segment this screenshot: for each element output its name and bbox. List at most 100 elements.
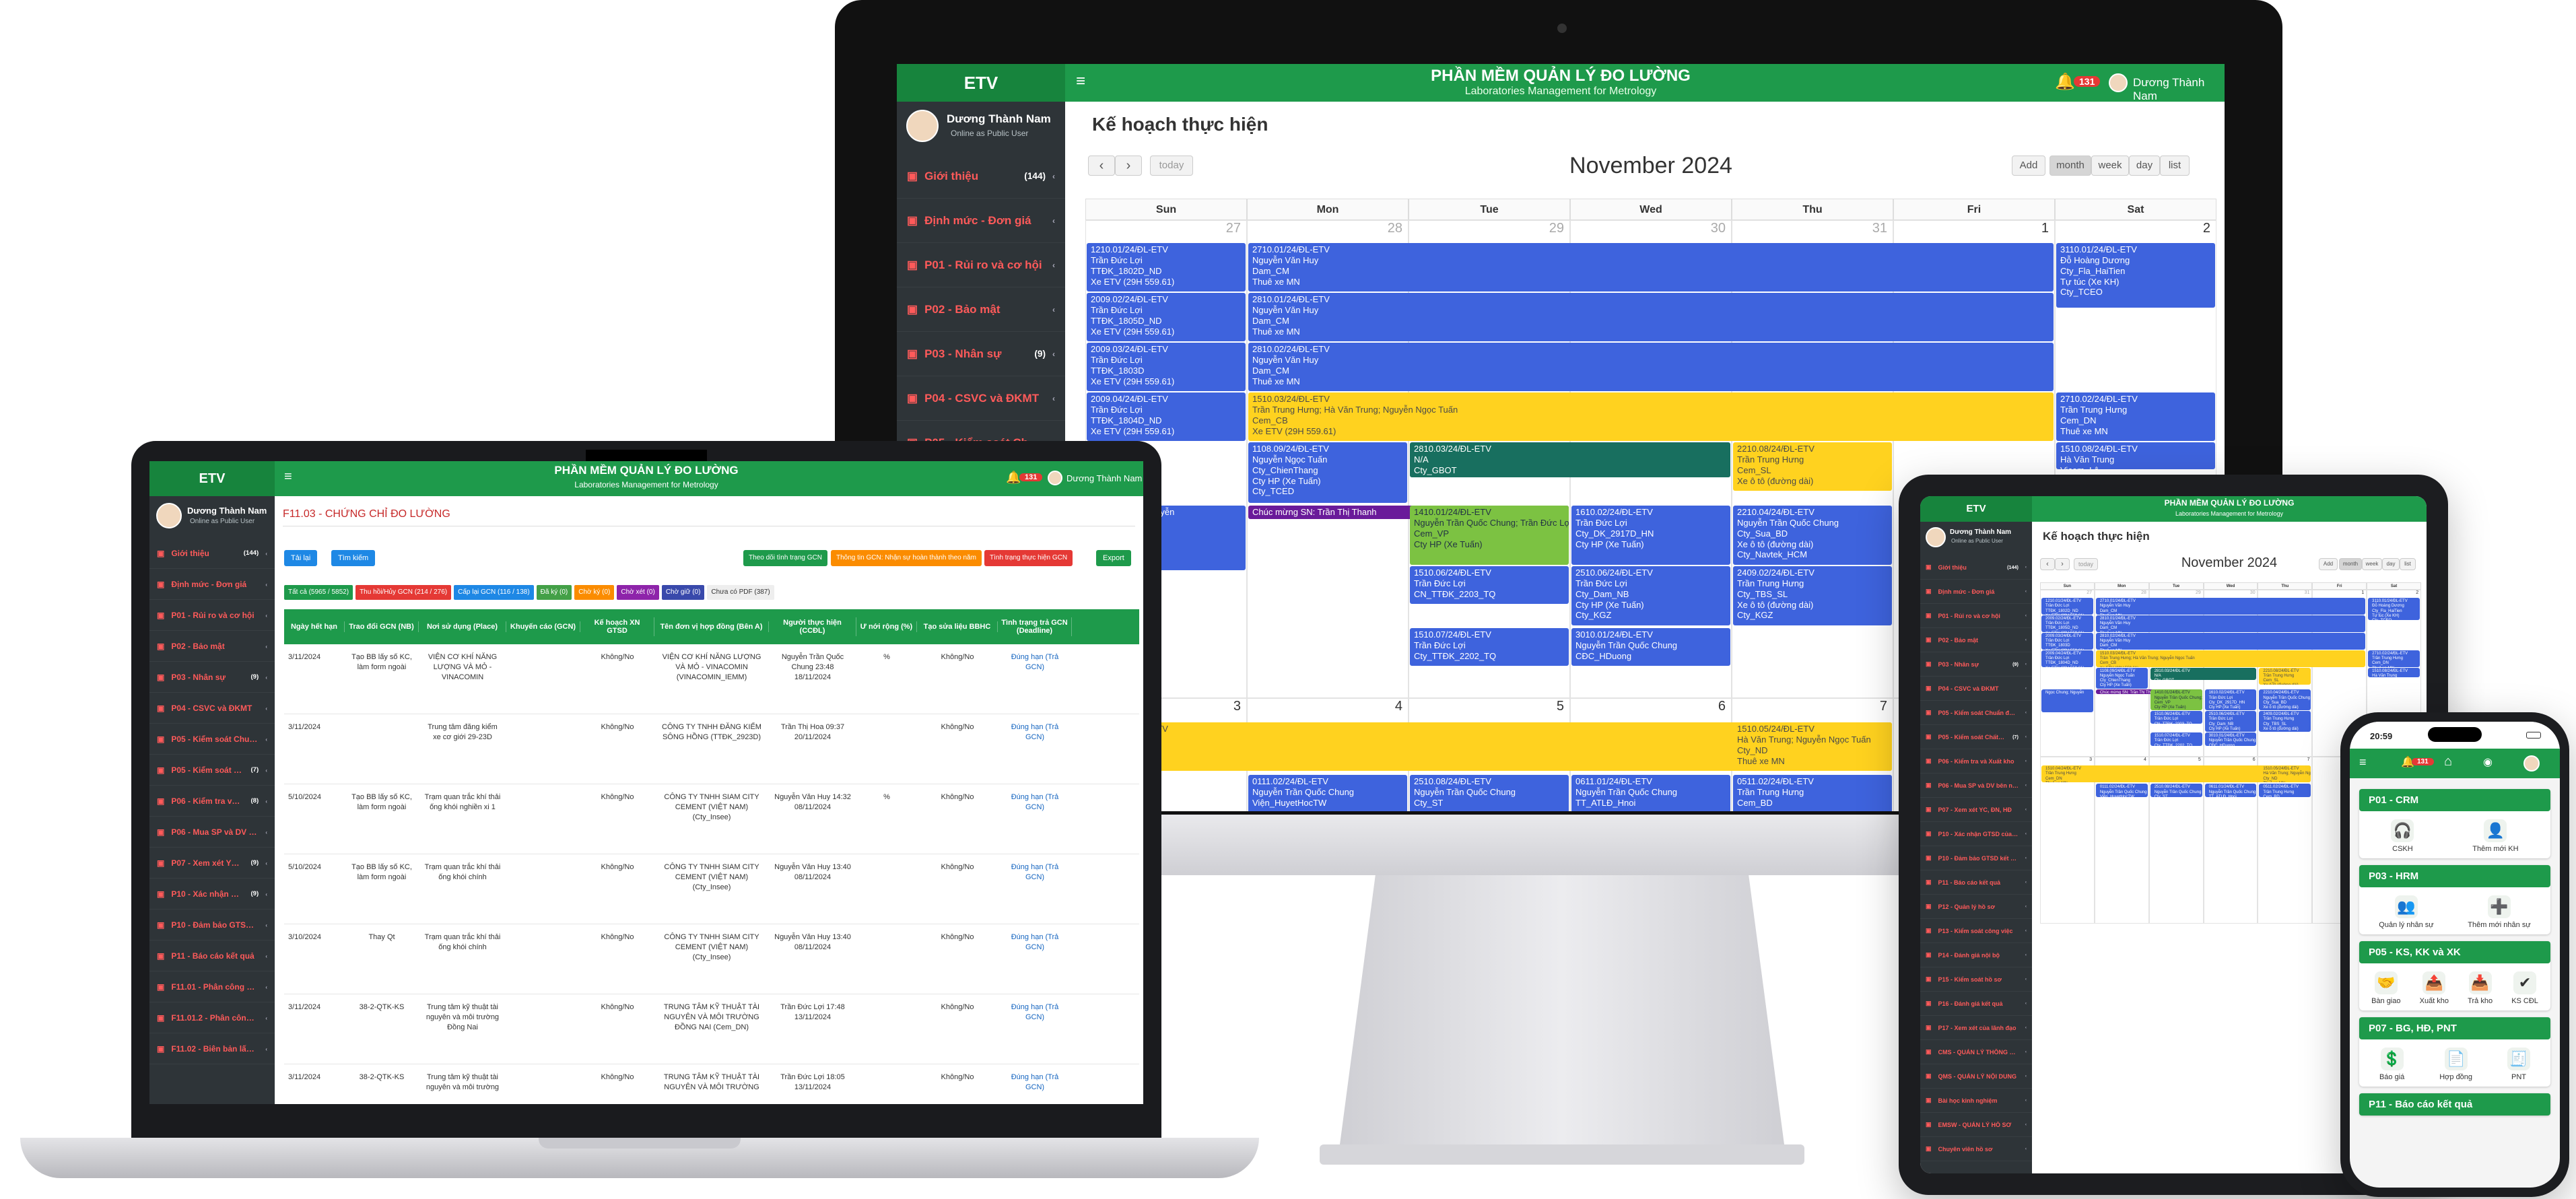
view-day-button[interactable]: day (2129, 156, 2160, 176)
calendar-event[interactable]: 2510.08/24/ĐL-ETVNguyễn Trần Quốc ChungC… (1410, 775, 1569, 811)
desk-sidebar-item-0[interactable]: ▣ Giới thiệu (144) ‹ (897, 154, 1065, 199)
laptop-sidebar-item-9[interactable]: ▣ P06 - Mua SP và DV bên ngoài ‹ (149, 817, 275, 848)
calendar-event[interactable]: 2510.06/24/ĐL-ETV Trần Đức Lợi Cty_Dam_NB C… (1571, 566, 1730, 625)
calendar-event[interactable]: 2210.04/24/ĐL-ETV Nguyễn Trần Quốc Chung C… (1733, 506, 1892, 565)
tablet-list-button[interactable]: list (2400, 558, 2416, 570)
calendar-event[interactable]: 2810.02/24/ĐL-ETVNguyễn Văn HuyDam_CMThu… (1248, 343, 2054, 391)
laptop-sidebar-item-4[interactable]: ▣ P03 - Nhân sự (9) ‹ (149, 662, 275, 693)
column-header[interactable]: Nơi sử dụng (Place) (419, 621, 506, 632)
calendar-event[interactable]: 1510.07/24/ĐL-ETVTrần Đức LợiCty_TTĐK_22… (1410, 628, 1569, 666)
calendar-event[interactable]: 2510.08/24/ĐL-ETVNguyễn Trần Quốc ChungC… (2150, 784, 2202, 797)
column-header[interactable]: Khuyến cáo (GCN) (506, 621, 580, 632)
laptop-sidebar-item-3[interactable]: ▣ P02 - Bảo mật ‹ (149, 631, 275, 662)
export-button[interactable]: Export (1096, 550, 1131, 566)
calendar-event[interactable]: 1510.03/24/ĐL-ETV Trần Trung Hưng; Hà Văn… (1248, 392, 2054, 441)
phone-section-title[interactable]: P07 - BG, HĐ, PNT (2359, 1017, 2550, 1039)
phone-section-title[interactable]: P11 - Báo cáo kết quả (2359, 1093, 2550, 1116)
calendar-event[interactable]: 2810.03/24/ĐL-ETVN/ACty_GBOT (2150, 667, 2257, 680)
calendar-event[interactable]: 1510.06/24/ĐL-ETVTrần Đức LợiCN_TTĐK_220… (2150, 710, 2202, 724)
calendar-event[interactable]: 2810.01/24/ĐL-ETVNguyễn Văn HuyDam_CMThu… (2095, 615, 2366, 632)
calendar-event[interactable]: 2710.02/24/ĐL-ETVTrần Trung HưngCem_DNTh… (2368, 650, 2420, 667)
table-row[interactable]: 3/11/2024 38-2-QTK-KS Trung tâm kỹ thuật t… (284, 1064, 1139, 1104)
tablet-sidebar-item-3[interactable]: ▣ P02 - Bảo mật ‹ (1920, 628, 2032, 652)
tablet-sidebar-item-20[interactable]: ▣ CMS - QUẢN LÝ THÔNG TIN ‹ (1920, 1040, 2032, 1064)
view-week-button[interactable]: week (2091, 156, 2129, 176)
calendar-event[interactable]: 1108.09/24/ĐL-ETV Nguyễn Ngọc Tuấn Cty_Chi… (2095, 667, 2148, 689)
table-cell[interactable]: Đúng hạn (Trả GCN) (998, 1072, 1072, 1093)
calendar-event[interactable]: 2009.02/24/ĐL-ETV Trần Đức Lợi TTĐK_1805D_… (2041, 615, 2093, 632)
calendar-event[interactable]: 2710.01/24/ĐL-ETVNguyễn Văn HuyDam_CMThu… (1248, 243, 2054, 292)
calendar-event[interactable]: 2810.01/24/ĐL-ETVNguyễn Văn HuyDam_CMThu… (1248, 293, 2054, 341)
phone-module-item[interactable]: ➕ Thêm mới nhân sự (2468, 895, 2531, 929)
calendar-event[interactable]: 1510.05/24/ĐL-ETV Hà Văn Trung; Nguyễn Ng… (2259, 765, 2311, 783)
calendar-event[interactable]: 1510.03/24/ĐL-ETV Trần Trung Hưng; Hà Văn… (2095, 650, 2366, 667)
filter-chip-1[interactable]: Thu hồi/Hủy GCN (214 / 276) (355, 585, 452, 600)
desk-sidebar-item-1[interactable]: ▣ Định mức - Đơn giá ‹ (897, 199, 1065, 243)
tablet-week-button[interactable]: week (2362, 558, 2382, 570)
table-cell[interactable]: Đúng hạn (Trả GCN) (998, 792, 1072, 813)
status-button[interactable]: Tình trạng thực hiện GCN (984, 550, 1073, 566)
bell-icon[interactable]: 🔔 (2055, 72, 2075, 92)
desk-sidebar-item-4[interactable]: ▣ P03 - Nhân sự (9) ‹ (897, 332, 1065, 376)
phone-module-item[interactable]: 💲 Báo giá (2379, 1048, 2404, 1081)
calendar-event[interactable]: 0511.02/24/ĐL-ETVTrần Trung HưngCem_BD (1733, 775, 1892, 811)
tablet-sidebar-item-18[interactable]: ▣ P16 - Đánh giá kết quả ‹ (1920, 992, 2032, 1016)
filter-chip-3[interactable]: Đã ký (0) (536, 585, 572, 600)
calendar-event[interactable]: 0611.01/24/ĐL-ETVNguyễn Trần Quốc ChungT… (1571, 775, 1730, 811)
filter-chip-7[interactable]: Chưa có PDF (387) (707, 585, 774, 600)
calendar-event[interactable]: 1510.06/24/ĐL-ETVTrần Đức LợiCN_TTĐK_220… (1410, 566, 1569, 604)
phone-module-item[interactable]: 📄 Hợp đồng (2439, 1048, 2472, 1081)
table-row[interactable]: 3/11/2024 38-2-QTK-KS Trung tâm kỹ thuật t… (284, 994, 1139, 1064)
calendar-event[interactable]: 2210.08/24/ĐL-ETVTrần Trung HưngCem_SLXe… (2259, 667, 2311, 685)
table-cell[interactable]: Đúng hạn (Trả GCN) (998, 862, 1072, 883)
filter-chip-4[interactable]: Chờ ký (0) (574, 585, 615, 600)
phone-menu-icon[interactable]: ≡ (2359, 755, 2367, 769)
table-cell[interactable]: Đúng hạn (Trả GCN) (998, 652, 1072, 673)
tablet-sidebar-item-23[interactable]: ▣ EMSW - QUẢN LÝ HỒ SƠ ‹ (1920, 1113, 2032, 1137)
search-button[interactable]: Tìm kiếm (331, 550, 376, 566)
laptop-sidebar-item-13[interactable]: ▣ P11 - Báo cáo kết quả ‹ (149, 940, 275, 971)
calendar-event[interactable]: 1410.01/24/ĐL-ETV Nguyễn Trần Quốc Chung;… (1410, 506, 1569, 565)
tablet-sidebar-item-15[interactable]: ▣ P13 - Kiểm soát công việc ‹ (1920, 919, 2032, 943)
calendar-event[interactable]: 2409.02/24/ĐL-ETV Trần Trung Hưng Cty_TBS_… (2259, 710, 2311, 732)
laptop-sidebar-item-0[interactable]: ▣ Giới thiệu (144) ‹ (149, 538, 275, 569)
calendar-event[interactable]: 2009.04/24/ĐL-ETV Trần Đức Lợi TTĐK_1804D_… (1087, 392, 1246, 441)
table-row[interactable]: 3/11/2024 Tạo BB lấy số KC, làm form ngoà… (284, 644, 1139, 714)
column-header[interactable]: Tạo sửa liệu BBHC (917, 621, 998, 632)
track-status-button[interactable]: Theo dõi tình trạng GCN (743, 550, 827, 566)
calendar-event[interactable]: 1510.07/24/ĐL-ETVTrần Đức LợiCty_TTĐK_22… (2150, 732, 2202, 746)
phone-home-icon[interactable]: ⌂ (2444, 754, 2452, 769)
tablet-sidebar-item-4[interactable]: ▣ P03 - Nhân sự (9) ‹ (1920, 652, 2032, 677)
table-row[interactable]: 3/10/2024 Thay Qt Trạm quan trắc khí thải … (284, 924, 1139, 994)
calendar-event[interactable]: 2210.04/24/ĐL-ETV Nguyễn Trần Quốc Chung C… (2259, 689, 2311, 711)
calendar-event[interactable]: 2810.03/24/ĐL-ETVN/ACty_GBOT (1410, 442, 1730, 477)
laptop-sidebar-item-11[interactable]: ▣ P10 - Xác nhận GTSD của phương pháp (9) ‹ (149, 879, 275, 910)
column-header[interactable]: Người thực hiện (CCĐL) (769, 617, 856, 636)
tablet-sidebar-item-16[interactable]: ▣ P14 - Đánh giá nội bộ ‹ (1920, 943, 2032, 967)
tablet-sidebar-item-12[interactable]: ▣ P10 - Đảm bảo GTSD kết quả ‹ (1920, 846, 2032, 870)
column-header[interactable]: Kế hoạch XN GTSD (580, 617, 654, 636)
calendar-event[interactable]: 2710.02/24/ĐL-ETVTrần Trung HưngCem_DNTh… (2056, 392, 2215, 441)
desk-sidebar-item-2[interactable]: ▣ P01 - Rủi ro và cơ hội ‹ (897, 243, 1065, 287)
calendar-event[interactable]: 3010.01/24/ĐL-ETVNguyễn Trần Quốc ChungC… (1571, 628, 1730, 666)
calendar-event[interactable]: 0611.01/24/ĐL-ETVNguyễn Trần Quốc ChungT… (2204, 784, 2257, 797)
user-name[interactable]: Dương Thành Nam (2133, 76, 2225, 103)
table-cell[interactable]: Đúng hạn (Trả GCN) (998, 932, 1072, 953)
calendar-event[interactable]: 1610.02/24/ĐL-ETV Trần Đức Lợi Cty_DK_2917… (1571, 506, 1730, 565)
calendar-event[interactable]: 1510.08/24/ĐL-ETVHà Văn TrungVicem_Lâ (2056, 442, 2215, 469)
tablet-sidebar-item-14[interactable]: ▣ P12 - Quản lý hồ sơ ‹ (1920, 895, 2032, 919)
view-month-button[interactable]: month (2049, 156, 2091, 176)
filter-chip-6[interactable]: Chờ giữ (0) (661, 585, 705, 600)
phone-module-item[interactable]: 🧾 PNT (2507, 1048, 2530, 1081)
tablet-sidebar-item-6[interactable]: ▣ P05 - Kiểm soát Chuẩn đo lường ‹ (1920, 701, 2032, 725)
column-header[interactable]: Tên đơn vị hợp đồng (Bên A) (654, 621, 769, 632)
tablet-sidebar-item-2[interactable]: ▣ P01 - Rủi ro và cơ hội ‹ (1920, 604, 2032, 628)
laptop-sidebar-item-7[interactable]: ▣ P05 - Kiểm soát Chất chuẩn (7) ‹ (149, 755, 275, 786)
calendar-event[interactable]: 2009.04/24/ĐL-ETV Trần Đức Lợi TTĐK_1804D_… (2041, 650, 2093, 667)
laptop-sidebar-item-15[interactable]: ▣ F11.01.2 - Phân công công việc (NTP) ‹ (149, 1002, 275, 1033)
laptop-sidebar-item-8[interactable]: ▣ P06 - Kiểm tra và Xuất kho (8) ‹ (149, 786, 275, 817)
desk-sidebar-item-5[interactable]: ▣ P04 - CSVC và ĐKMT ‹ (897, 376, 1065, 421)
laptop-sidebar-item-1[interactable]: ▣ Định mức - Đơn giá ‹ (149, 569, 275, 600)
table-row[interactable]: 5/10/2024 Tạo BB lấy số KC, làm form ngoà… (284, 784, 1139, 854)
calendar-event[interactable]: 2009.02/24/ĐL-ETV Trần Đức Lợi TTĐK_1805D_… (1087, 293, 1246, 341)
